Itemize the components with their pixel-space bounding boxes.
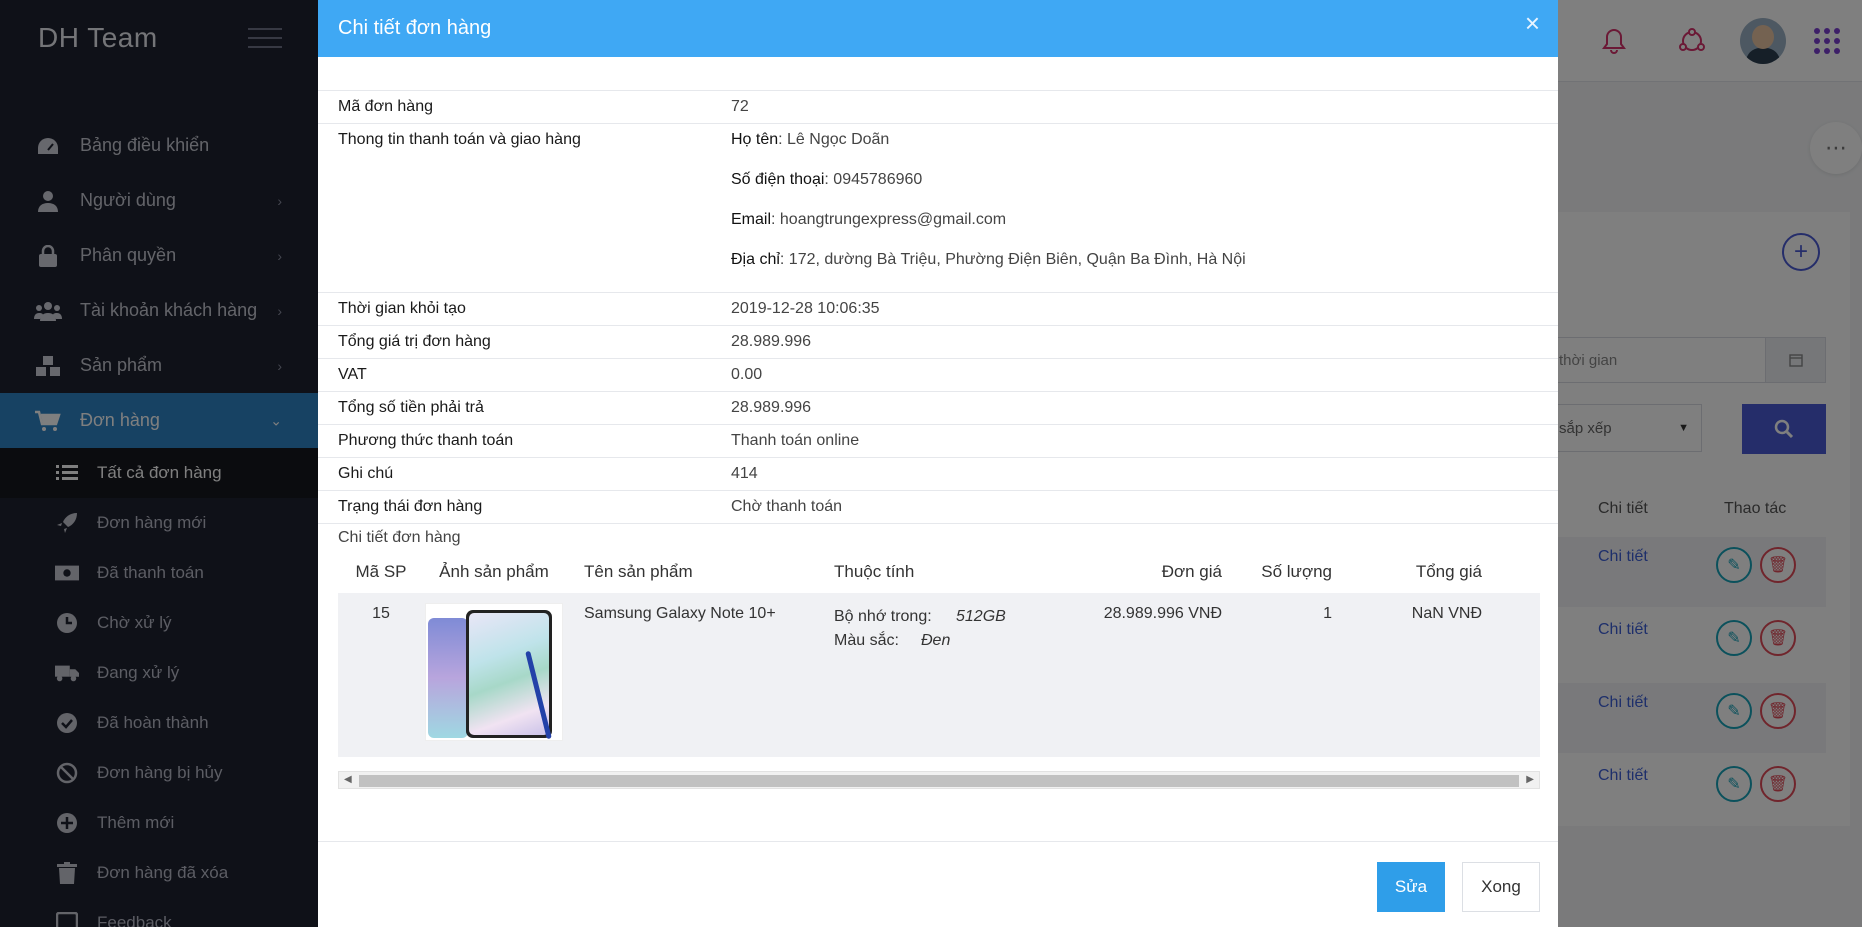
horizontal-scrollbar[interactable]: ◀ ▶ xyxy=(338,771,1540,789)
info-row-status: Trạng thái đơn hàng Chờ thanh toán xyxy=(318,491,1558,524)
product-image xyxy=(425,603,563,741)
product-name: Samsung Galaxy Note 10+ xyxy=(584,605,776,622)
shipping-address-value: : 172, dường Bà Triệu, Phường Điện Biên,… xyxy=(779,251,1246,268)
info-row-order-id: Mã đơn hàng 72 xyxy=(318,91,1558,124)
info-label: Tổng giá trị đơn hàng xyxy=(338,333,491,350)
info-value: 0.00 xyxy=(731,366,763,383)
info-label: Trạng thái đơn hàng xyxy=(338,498,483,515)
info-label: Thong tin thanh toán và giao hàng xyxy=(338,131,581,148)
col-header-image: Ảnh sản phẩm xyxy=(439,562,549,581)
col-header-id: Mã SP xyxy=(355,562,407,581)
attr-key: Màu sắc: xyxy=(834,632,899,649)
col-header-price: Đơn giá xyxy=(1161,562,1222,581)
attr-key: Bộ nhớ trong: xyxy=(834,608,932,625)
info-label: Thời gian khỏi tạo xyxy=(338,300,466,317)
info-label: Ghi chú xyxy=(338,465,394,482)
shipping-phone-key: Số điện thoại xyxy=(731,171,825,188)
col-header-total: Tổng giá xyxy=(1415,562,1482,581)
order-info-table: Mã đơn hàng 72 Thong tin thanh toán và g… xyxy=(318,90,1558,524)
info-value: Chờ thanh toán xyxy=(731,498,843,515)
shipping-phone: Số điện thoại: 0945786960 xyxy=(731,160,1558,200)
modal-header: Chi tiết đơn hàng × xyxy=(318,0,1558,57)
attr-color: Màu sắc: Đen xyxy=(834,629,1044,653)
info-value: 72 xyxy=(731,98,749,115)
shipping-name-value: : Lê Ngọc Doãn xyxy=(778,131,890,148)
info-value: Thanh toán online xyxy=(731,432,860,449)
info-label: Mã đơn hàng xyxy=(338,98,433,115)
product-attrs: Bộ nhớ trong: 512GB Màu sắc: Đen xyxy=(834,605,1044,757)
col-header-name: Tên sản phẩm xyxy=(584,562,693,581)
shipping-email: Email: hoangtrungexpress@gmail.com xyxy=(731,200,1558,240)
info-value: 414 xyxy=(731,465,758,482)
info-row-total-pay: Tổng số tiền phải trả 28.989.996 xyxy=(318,392,1558,425)
product-total: NaN VNĐ xyxy=(1411,605,1482,622)
shipping-info: Họ tên: Lê Ngọc Doãn Số điện thoại: 0945… xyxy=(731,124,1558,292)
shipping-name-key: Họ tên xyxy=(731,131,779,148)
info-row-shipping: Thong tin thanh toán và giao hàng Họ tên… xyxy=(318,124,1558,293)
info-value: 28.989.996 xyxy=(731,399,812,416)
info-row-vat: VAT 0.00 xyxy=(318,359,1558,392)
info-value: 28.989.996 xyxy=(731,333,812,350)
order-detail-caption: Chi tiết đơn hàng xyxy=(338,529,461,546)
product-table: Mã SP Ảnh sản phẩm Tên sản phẩm Thuộc tí… xyxy=(338,551,1540,789)
product-price: 28.989.996 VNĐ xyxy=(1103,605,1222,622)
info-label: VAT xyxy=(338,366,367,383)
product-image-cell xyxy=(424,603,564,757)
col-header-attrs: Thuộc tính xyxy=(834,562,915,581)
shipping-address-key: Địa chỉ xyxy=(731,251,780,268)
modal-footer: Sửa Xong xyxy=(318,841,1558,927)
shipping-phone-value: : 0945786960 xyxy=(824,171,923,188)
info-row-created: Thời gian khỏi tạo 2019-12-28 10:06:35 xyxy=(318,293,1558,326)
product-id: 15 xyxy=(372,605,390,622)
info-value: 2019-12-28 10:06:35 xyxy=(731,300,880,317)
info-label: Phương thức thanh toán xyxy=(338,432,514,449)
close-icon[interactable]: × xyxy=(1525,10,1540,36)
edit-button[interactable]: Sửa xyxy=(1377,862,1445,912)
attr-storage: Bộ nhớ trong: 512GB xyxy=(834,605,1044,629)
product-qty: 1 xyxy=(1323,605,1332,622)
scrollbar-thumb[interactable] xyxy=(359,775,1519,787)
shipping-address: Địa chỉ: 172, dường Bà Triệu, Phường Điệ… xyxy=(731,240,1558,280)
attr-value: 512GB xyxy=(956,608,1006,625)
table-row: 15 Samsung Galaxy Note 10+ Bộ nhớ trong:… xyxy=(338,593,1540,757)
shipping-name: Họ tên: Lê Ngọc Doãn xyxy=(731,124,1558,156)
shipping-email-key: Email xyxy=(731,211,772,228)
col-header-qty: Số lượng xyxy=(1261,562,1332,581)
info-row-payment: Phương thức thanh toán Thanh toán online xyxy=(318,425,1558,458)
info-label: Tổng số tiền phải trả xyxy=(338,399,484,416)
product-table-header: Mã SP Ảnh sản phẩm Tên sản phẩm Thuộc tí… xyxy=(338,551,1540,593)
scroll-left-icon[interactable]: ◀ xyxy=(344,774,352,785)
info-row-note: Ghi chú 414 xyxy=(318,458,1558,491)
done-button[interactable]: Xong xyxy=(1462,862,1540,912)
attr-value: Đen xyxy=(921,632,951,649)
modal-title: Chi tiết đơn hàng xyxy=(338,17,492,39)
modal-body: Mã đơn hàng 72 Thong tin thanh toán và g… xyxy=(318,90,1558,789)
order-detail-modal: Chi tiết đơn hàng × Mã đơn hàng 72 Thong… xyxy=(318,0,1558,927)
shipping-email-value: : hoangtrungexpress@gmail.com xyxy=(771,211,1007,228)
scroll-right-icon[interactable]: ▶ xyxy=(1526,774,1534,785)
info-row-total-value: Tổng giá trị đơn hàng 28.989.996 xyxy=(318,326,1558,359)
